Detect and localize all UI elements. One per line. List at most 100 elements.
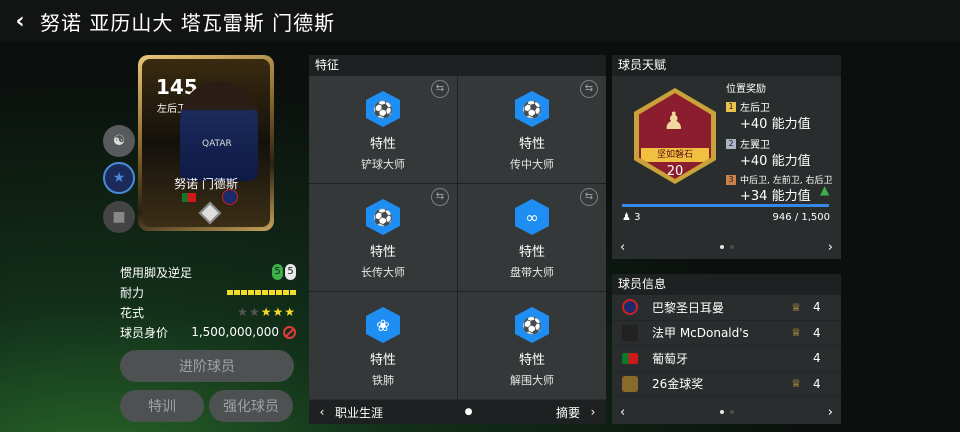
swap-icon[interactable]: ⇆ [580,188,598,206]
top-bar: ‹ 努诺 亚历山大 塔瓦雷斯 门德斯 [0,0,960,42]
info-row[interactable]: 葡萄牙 4 [612,346,841,372]
career-tab[interactable]: 职业生涯 [335,404,405,421]
chevron-right-icon[interactable]: › [580,405,606,419]
star-icon: ★ [237,305,249,319]
trait-name: 解围大师 [510,374,554,387]
info-level: 4 [813,300,821,315]
chevron-right-icon[interactable]: › [828,405,833,420]
tackle-icon: ⚽ [366,91,400,127]
share-button[interactable]: ☯ [103,125,135,157]
talent-title: 球员天赋 [612,55,841,76]
talent-panel: 球员天赋 ♟ 坚如磐石 20 位置奖励 1 左后卫 +40 能力值 2 左翼卫 +4… [612,55,841,259]
badge-level: 20 [666,164,684,179]
info-row[interactable]: 法甲 McDonald's ♕ 4 [612,321,841,346]
page-dot-icon [719,410,724,414]
level-up-arrow-icon: ▲ [820,183,830,197]
info-name: 26金球奖 [652,377,704,392]
info-row[interactable]: 26金球奖 ♕ 4 [612,372,841,397]
summary-tab[interactable]: 摘要 [532,404,580,421]
no-trade-icon [283,325,296,339]
train-button[interactable]: 特训 [120,390,204,422]
stamina-bars [227,289,296,295]
portugal-flag-icon [622,352,638,364]
star-icon: ★ [260,305,273,319]
traits-footer: ‹ 职业生涯 ● 摘要 › [309,400,606,424]
psg-crest-icon [622,299,638,316]
info-level: 4 [813,376,821,391]
traits-title: 特征 [309,55,606,76]
trait-cell[interactable]: ⇆ ∞ 特性 盘带大师 [458,184,606,291]
talent-progress: 946 / 1,500 [772,212,830,223]
trait-name: 传中大师 [510,158,554,171]
ligue1-logo-icon [622,324,638,341]
weak-foot-label: 惯用脚及逆足 [120,265,193,280]
player-info-panel: 球员信息 巴黎圣日耳曼 ♕ 4 法甲 McDonald's ♕ 4 葡萄牙 4 … [612,274,841,424]
chevron-left-icon[interactable]: ‹ [620,240,625,255]
chevron-left-icon[interactable]: ‹ [309,405,335,419]
trait-cell[interactable]: ⇆ ⚽ 特性 铲球大师 [309,76,457,183]
psg-crest-icon [222,189,238,205]
crown-icon: ♕ [791,326,801,340]
lock-icon: ■ [112,209,126,225]
trait-name: 铲球大师 [361,158,405,171]
trait-cell[interactable]: ⇆ ⚽ 特性 长传大师 [309,184,457,291]
page-dot-icon [729,245,734,249]
star-icon: ★ [284,305,296,319]
reward-item: 2 左翼卫 +40 能力值 [726,136,838,169]
rank-badge: 3 [726,174,736,185]
player-silhouette-icon: ♟ [663,107,685,135]
reward-bonus: +40 能力值 [740,117,811,132]
ballon-dor-icon [622,375,638,392]
page-dot-icon [729,410,734,414]
swap-icon[interactable]: ⇆ [431,188,449,206]
stamina-row: 耐力 [120,282,296,302]
talent-progress-bar [622,204,830,207]
stamina-bar-segment [248,289,254,295]
rank-badge: 2 [726,138,736,149]
card-player-name: 努诺 门德斯 [174,177,238,191]
weak-foot-badge: 5 5 [272,264,296,280]
chevron-left-icon[interactable]: ‹ [620,405,625,420]
crown-icon: ♕ [791,377,801,391]
stamina-bar-segment [255,289,261,295]
stamina-bar-segment [262,289,268,295]
trait-type: 特性 [369,353,396,368]
advance-player-button[interactable]: 进阶球员 [120,350,294,382]
value-label: 球员身价 [120,325,169,340]
lock-button[interactable]: ■ [103,201,135,233]
info-name: 法甲 McDonald's [652,326,749,341]
swap-icon[interactable]: ⇆ [580,80,598,98]
enhance-player-button[interactable]: 强化球员 [209,390,293,422]
stamina-bar-segment [283,289,289,295]
reward-positions: 左翼卫 [740,140,770,151]
player-value: 1,500,000,000 [191,325,279,339]
info-level: 4 [813,351,821,366]
chevron-right-icon[interactable]: › [828,240,833,255]
rewards-title: 位置奖励 [726,84,766,95]
talent-pager: ‹ › [612,235,841,259]
person-icon: ♟ [622,212,631,223]
talent-badge[interactable]: ♟ 坚如磐石 20 [634,88,716,184]
weak-foot-left: 5 [272,264,283,280]
trait-name: 长传大师 [361,266,405,279]
trait-cell[interactable]: ❀ 特性 铁肺 [309,292,457,399]
back-arrow-icon[interactable]: ‹ [0,0,40,42]
rank-badge: 1 [726,101,736,112]
swap-icon[interactable]: ⇆ [431,80,449,98]
dribble-icon: ∞ [515,199,549,235]
stamina-bar-segment [276,289,282,295]
player-card[interactable]: 145 左后卫 努诺 门德斯 [138,55,274,231]
traits-panel: 特征 ⇆ ⚽ 特性 铲球大师 ⇆ ⚽ 特性 传中大师 ⇆ ⚽ 特性 长传大师 ⇆… [309,55,606,424]
trait-cell[interactable]: ⚽ 特性 解围大师 [458,292,606,399]
trait-cell[interactable]: ⇆ ⚽ 特性 传中大师 [458,76,606,183]
trait-name: 盘带大师 [510,266,554,279]
info-row[interactable]: 巴黎圣日耳曼 ♕ 4 [612,295,841,321]
clearance-icon: ⚽ [515,307,549,343]
page-title: 努诺 亚历山大 塔瓦雷斯 门德斯 [40,10,336,35]
crown-icon: ♕ [791,300,801,314]
share-icon: ☯ [112,133,126,149]
info-name: 巴黎圣日耳曼 [652,300,725,315]
trait-type: 特性 [518,353,545,368]
favorite-button[interactable]: ★ [103,162,135,194]
trait-type: 特性 [369,245,396,260]
